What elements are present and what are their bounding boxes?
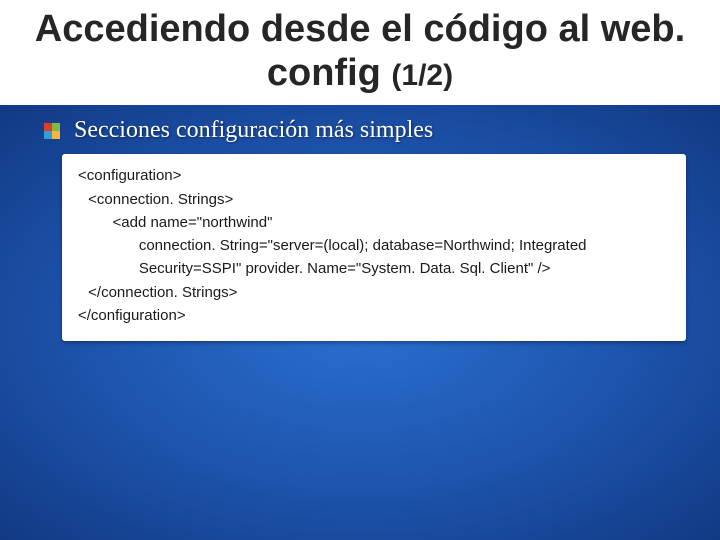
code-line: </connection. Strings>	[78, 281, 670, 304]
code-line: </configuration>	[78, 304, 670, 327]
subtitle-row: Secciones configuración más simples	[0, 105, 720, 152]
slide: Accediendo desde el código al web. confi…	[0, 0, 720, 540]
subtitle-text: Secciones configuración más simples	[74, 117, 433, 144]
code-line: connection. String="server=(local); data…	[78, 234, 670, 257]
code-block: <configuration> <connection. Strings> <a…	[62, 154, 686, 341]
code-line: <add name="northwind"	[78, 211, 670, 234]
code-line: <connection. Strings>	[78, 188, 670, 211]
code-line: Security=SSPI" provider. Name="System. D…	[78, 257, 670, 280]
title-part: (1/2)	[391, 59, 453, 92]
slide-title: Accediendo desde el código al web. confi…	[20, 8, 700, 95]
title-band: Accediendo desde el código al web. confi…	[0, 0, 720, 105]
bullet-icon	[42, 121, 62, 141]
title-main: Accediendo desde el código al web. confi…	[35, 8, 685, 94]
code-line: <configuration>	[78, 164, 670, 187]
